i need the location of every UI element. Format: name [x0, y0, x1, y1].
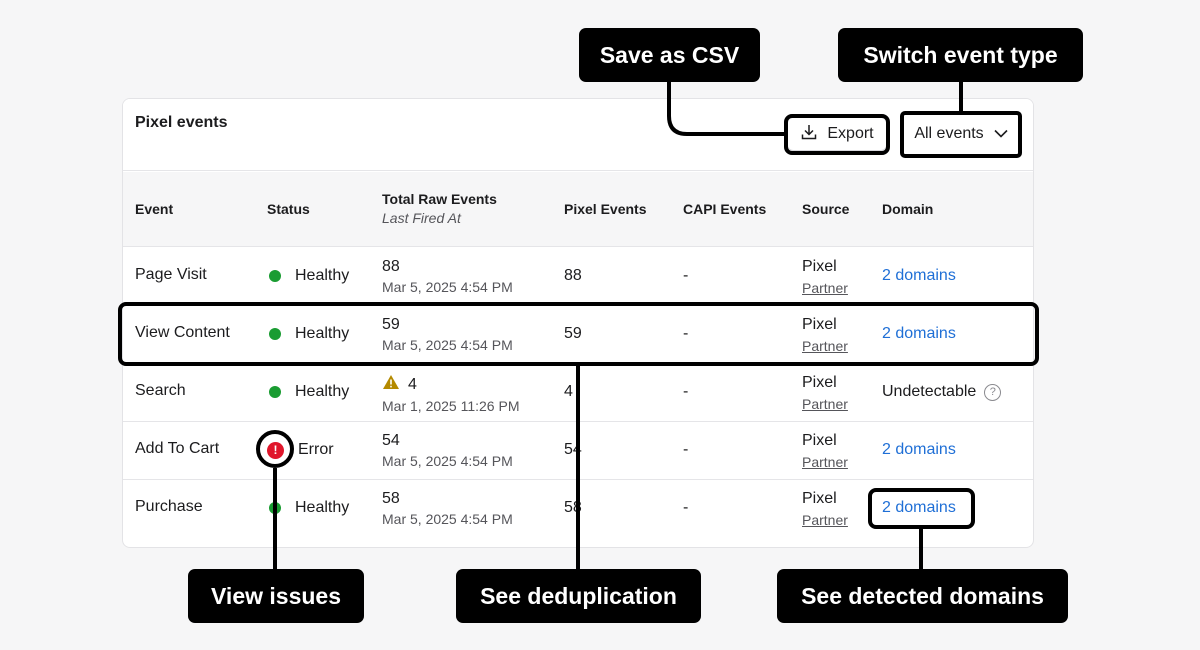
switch-event-label: Switch event type	[838, 28, 1083, 82]
save-csv-label: Save as CSV	[579, 28, 760, 82]
see-dedup-label: See deduplication	[456, 569, 701, 623]
view-issues-label: View issues	[188, 569, 364, 623]
see-domains-label: See detected domains	[777, 569, 1068, 623]
connector-lines	[273, 82, 963, 569]
